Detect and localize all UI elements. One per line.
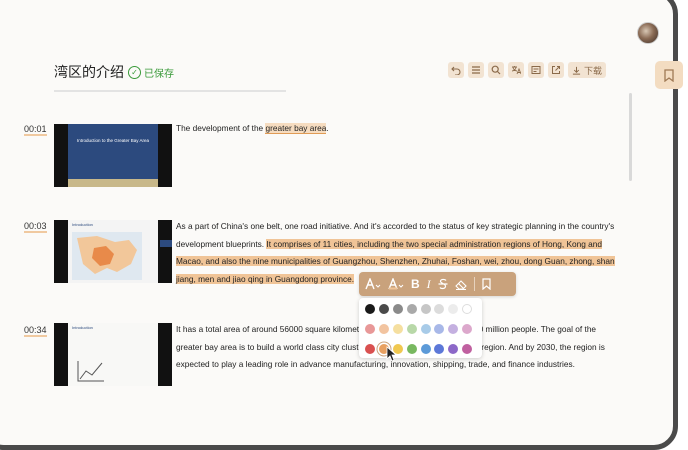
- color-swatch[interactable]: [462, 304, 473, 314]
- bookmark-icon: [664, 68, 674, 82]
- avatar[interactable]: [637, 22, 659, 44]
- color-swatch[interactable]: [448, 344, 459, 354]
- color-swatch[interactable]: [378, 324, 389, 334]
- translate-icon: [511, 66, 521, 75]
- color-swatch[interactable]: [406, 304, 417, 314]
- color-swatch[interactable]: [434, 324, 445, 334]
- list-button[interactable]: [468, 62, 484, 78]
- download-label: 下载: [583, 65, 602, 76]
- video-thumbnail[interactable]: Introduction: [54, 220, 172, 283]
- app-window: 湾区的介绍 ✓ 已保存 下载 00:01 Introduction to the…: [0, 0, 688, 450]
- highlighted-phrase: greater bay area: [265, 123, 327, 134]
- search-button[interactable]: [488, 62, 504, 78]
- color-swatch[interactable]: [392, 324, 403, 334]
- search-icon: [491, 65, 501, 75]
- bold-icon: B: [411, 277, 420, 291]
- top-toolbar: 下载: [448, 62, 606, 78]
- slide-footer: [68, 179, 158, 187]
- slide-label: [160, 240, 172, 247]
- font-color-button[interactable]: [388, 278, 404, 290]
- undo-icon: [451, 66, 461, 75]
- color-swatch[interactable]: [406, 324, 417, 334]
- download-button[interactable]: 下载: [568, 62, 606, 78]
- bookmark-icon: [482, 278, 491, 290]
- color-swatch[interactable]: [434, 304, 445, 314]
- color-swatch[interactable]: [420, 304, 431, 314]
- color-swatch[interactable]: [434, 344, 445, 354]
- italic-icon: I: [426, 276, 431, 291]
- mouse-cursor-icon: [386, 346, 398, 362]
- font-size-icon: [365, 278, 381, 290]
- color-swatch[interactable]: [378, 304, 389, 314]
- eraser-button[interactable]: [454, 279, 467, 290]
- color-swatch[interactable]: [365, 344, 375, 354]
- timestamp[interactable]: 00:01: [24, 124, 47, 136]
- color-swatch[interactable]: [365, 324, 375, 334]
- color-swatch[interactable]: [420, 344, 431, 354]
- format-toolbar: B I: [359, 272, 516, 296]
- font-color-icon: [388, 278, 404, 290]
- bold-button[interactable]: B: [411, 277, 420, 291]
- eraser-icon: [454, 279, 467, 290]
- caption-button[interactable]: [528, 62, 544, 78]
- share-button[interactable]: [548, 62, 564, 78]
- saved-label: 已保存: [144, 69, 174, 80]
- translate-button[interactable]: [508, 62, 524, 78]
- color-swatch[interactable]: [462, 344, 473, 354]
- slide-title: Introduction: [72, 325, 93, 330]
- list-icon: [472, 66, 480, 74]
- video-thumbnail[interactable]: Introduction to the Greater Bay Area: [54, 124, 172, 187]
- video-thumbnail[interactable]: Introduction: [54, 323, 172, 386]
- timestamp[interactable]: 00:34: [24, 325, 47, 337]
- timestamp[interactable]: 00:03: [24, 221, 47, 233]
- undo-button[interactable]: [448, 62, 464, 78]
- italic-button[interactable]: I: [427, 277, 431, 292]
- color-swatch[interactable]: [392, 304, 403, 314]
- side-bookmark-button[interactable]: [655, 61, 683, 89]
- bookmark-button[interactable]: [482, 278, 491, 290]
- scrollbar[interactable]: [629, 93, 632, 181]
- toolbar-divider: [473, 277, 475, 291]
- share-icon: [552, 66, 560, 74]
- color-swatch[interactable]: [365, 304, 375, 314]
- strikethrough-button[interactable]: [438, 278, 448, 290]
- slide-title: Introduction: [72, 222, 93, 227]
- color-swatch[interactable]: [420, 324, 431, 334]
- map-image: [72, 232, 142, 280]
- download-icon: [572, 66, 581, 75]
- chart-image: [77, 361, 104, 382]
- check-icon: ✓: [128, 66, 141, 79]
- font-size-button[interactable]: [365, 278, 381, 290]
- color-swatch[interactable]: [448, 304, 459, 314]
- slide-background: [68, 124, 158, 187]
- strikethrough-icon: [438, 278, 448, 290]
- saved-status: ✓ 已保存: [128, 65, 174, 80]
- slide-title: Introduction to the Greater Bay Area: [76, 138, 150, 143]
- color-swatch[interactable]: [448, 324, 459, 334]
- title-divider: [54, 90, 286, 92]
- color-palette: [359, 298, 482, 358]
- color-swatch[interactable]: [462, 324, 473, 334]
- caption-icon: [531, 66, 541, 74]
- color-swatch[interactable]: [406, 344, 417, 354]
- transcript-paragraph[interactable]: The development of the greater bay area.: [176, 120, 618, 138]
- page-title: 湾区的介绍: [54, 64, 124, 80]
